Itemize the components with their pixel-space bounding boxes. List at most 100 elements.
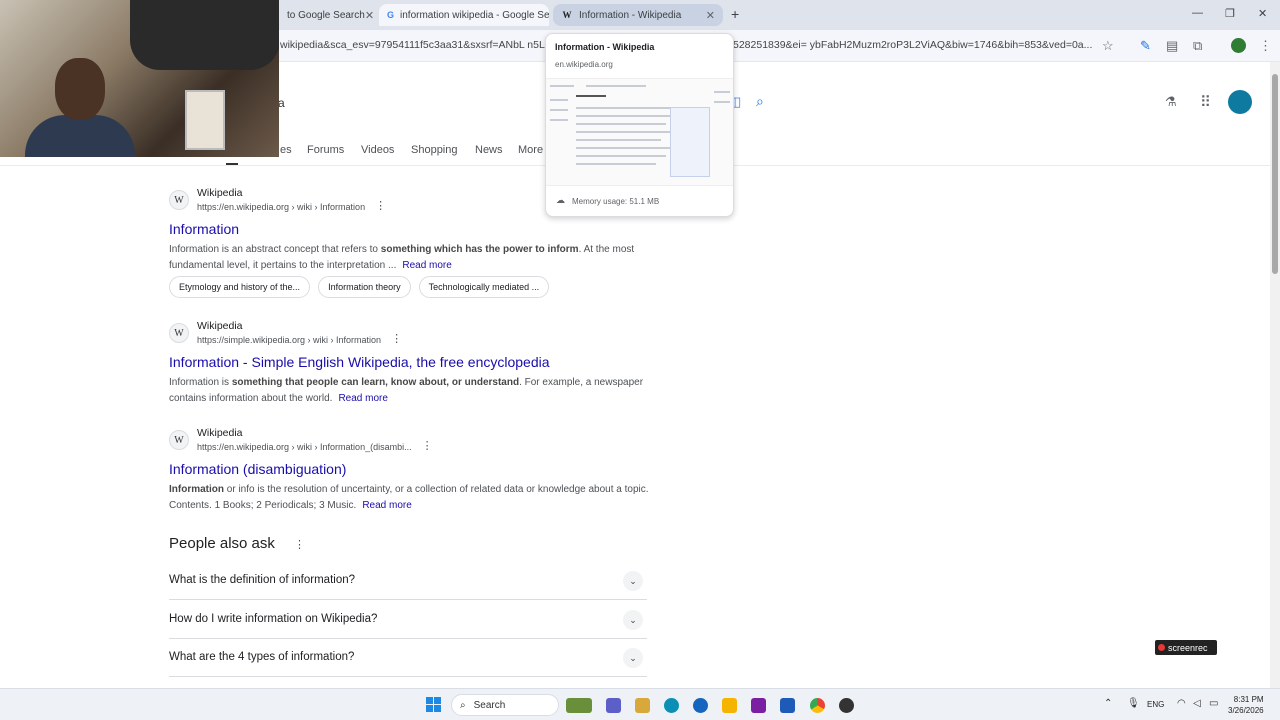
read-more-link[interactable]: Read more bbox=[402, 260, 451, 271]
result-url: https://en.wikipedia.org › wiki › Inform… bbox=[197, 202, 366, 212]
word-icon[interactable] bbox=[780, 698, 795, 713]
more-options-icon[interactable]: ⋮ bbox=[294, 538, 305, 551]
search-result: W Wikipedia https://simple.wikipedia.org… bbox=[169, 320, 649, 407]
result-source[interactable]: W Wikipedia https://simple.wikipedia.org… bbox=[169, 320, 649, 347]
address-bar-url[interactable]: wikipedia&sca_esv=97954111f5c3aa31&sxsrf… bbox=[280, 39, 550, 51]
wikipedia-icon: W bbox=[169, 323, 189, 343]
paa-question-text: What are the 4 types of information? bbox=[169, 651, 355, 663]
edge-icon[interactable] bbox=[664, 698, 679, 713]
chip-etymology[interactable]: Etymology and history of the... bbox=[169, 276, 311, 298]
paa-question[interactable]: What are the 4 types of information? ⌄ bbox=[169, 638, 647, 677]
active-tab-indicator bbox=[226, 163, 238, 165]
paa-question[interactable]: How do I write information on Wikipedia?… bbox=[169, 600, 647, 639]
wifi-icon[interactable]: ◠ bbox=[1177, 698, 1186, 709]
search-icon[interactable]: ⌕ bbox=[756, 93, 764, 110]
result-site-name: Wikipedia bbox=[197, 320, 243, 332]
teams-icon[interactable] bbox=[606, 698, 621, 713]
menu-kebab-icon[interactable]: ⋮ bbox=[1259, 38, 1272, 54]
chrome-icon[interactable] bbox=[810, 698, 825, 713]
extensions-icon[interactable]: ⧉ bbox=[1193, 38, 1202, 54]
minimize-button[interactable]: — bbox=[1192, 7, 1203, 19]
tray-chevron-up-icon[interactable]: ⌃ bbox=[1104, 698, 1112, 709]
taskbar-search[interactable]: ⌕ Search bbox=[451, 694, 559, 716]
apps-grid-icon[interactable]: ⠿ bbox=[1200, 93, 1211, 111]
nav-tab-forums[interactable]: Forums bbox=[307, 144, 344, 156]
onenote-icon[interactable] bbox=[751, 698, 766, 713]
thumb-line bbox=[586, 85, 646, 87]
battery-icon[interactable]: ▭ bbox=[1209, 698, 1218, 709]
result-snippet: Information or info is the resolution of… bbox=[169, 482, 649, 514]
thumb-line bbox=[576, 123, 666, 125]
chevron-down-icon[interactable]: ⌄ bbox=[623, 648, 643, 668]
language-indicator[interactable]: ENG bbox=[1147, 700, 1164, 709]
more-options-icon[interactable]: ⋮ bbox=[375, 199, 386, 212]
page-preview-thumbnail bbox=[546, 78, 733, 186]
result-source[interactable]: W Wikipedia https://en.wikipedia.org › w… bbox=[169, 427, 649, 454]
nav-tab-news[interactable]: News bbox=[475, 144, 503, 156]
sitelink-chips: Etymology and history of the... Informat… bbox=[169, 276, 550, 298]
thumb-line bbox=[714, 101, 730, 103]
close-icon[interactable]: ✕ bbox=[365, 9, 374, 22]
reading-list-icon[interactable]: ▤ bbox=[1166, 38, 1178, 54]
new-tab-button[interactable]: + bbox=[731, 6, 739, 22]
chip-information-theory[interactable]: Information theory bbox=[318, 276, 411, 298]
restore-button[interactable]: ❐ bbox=[1225, 7, 1235, 20]
address-bar-url-tail[interactable]: 528251839&ei= ybFabH2Muzm2roP3L2ViAQ&biw… bbox=[733, 39, 1092, 51]
nav-tab-videos[interactable]: Videos bbox=[361, 144, 394, 156]
account-avatar[interactable] bbox=[1228, 90, 1252, 114]
wikipedia-icon: W bbox=[562, 10, 572, 20]
tab-hover-card: Information - Wikipedia en.wikipedia.org… bbox=[545, 33, 734, 217]
tab-google-search-1[interactable]: to Google Search ✕ bbox=[279, 4, 374, 26]
more-options-icon[interactable]: ⋮ bbox=[422, 439, 433, 452]
screenrec-label: screenrec bbox=[1168, 642, 1208, 653]
chevron-down-icon[interactable]: ⌄ bbox=[623, 571, 643, 591]
chip-technologically-mediated[interactable]: Technologically mediated ... bbox=[418, 276, 550, 298]
page-scrollbar[interactable] bbox=[1270, 62, 1280, 688]
search-icon: ⌕ bbox=[460, 699, 466, 711]
clock-date: 3/26/2026 bbox=[1228, 706, 1264, 715]
search-result: W Wikipedia https://en.wikipedia.org › w… bbox=[169, 427, 649, 514]
labs-flask-icon[interactable]: ⚗ bbox=[1165, 94, 1177, 110]
profile-avatar[interactable] bbox=[1231, 38, 1246, 53]
bookmark-star-icon[interactable]: ☆ bbox=[1102, 38, 1114, 54]
thumb-line bbox=[550, 85, 574, 87]
thumb-line bbox=[576, 115, 671, 117]
app-icon[interactable] bbox=[693, 698, 708, 713]
file-explorer-icon[interactable] bbox=[722, 698, 737, 713]
wikipedia-icon: W bbox=[169, 430, 189, 450]
screenrec-badge: screenrec bbox=[1155, 640, 1217, 655]
memory-icon: ☁ bbox=[556, 195, 565, 205]
read-more-link[interactable]: Read more bbox=[362, 500, 411, 511]
paa-question[interactable]: What is the definition of information? ⌄ bbox=[169, 561, 647, 600]
close-window-button[interactable]: ✕ bbox=[1258, 7, 1267, 20]
thumb-line bbox=[550, 109, 568, 111]
thumb-line bbox=[576, 147, 671, 149]
more-options-icon[interactable]: ⋮ bbox=[391, 332, 402, 345]
chevron-down-icon[interactable]: ⌄ bbox=[623, 610, 643, 630]
wikipedia-icon: W bbox=[169, 190, 189, 210]
app-icon[interactable] bbox=[839, 698, 854, 713]
result-title-link[interactable]: Information (disambiguation) bbox=[169, 460, 649, 478]
result-snippet: Information is something that people can… bbox=[169, 375, 649, 407]
result-title-link[interactable]: Information bbox=[169, 220, 649, 238]
tab-google-search-2[interactable]: G information wikipedia - Google Se ✕ bbox=[379, 4, 549, 26]
nav-tab-shopping[interactable]: Shopping bbox=[411, 144, 458, 156]
tab-wikipedia[interactable]: W Information - Wikipedia ✕ bbox=[553, 4, 723, 26]
result-title-link[interactable]: Information - Simple English Wikipedia, … bbox=[169, 353, 649, 371]
search-query-text[interactable]: a bbox=[278, 96, 285, 110]
windows-start-icon[interactable] bbox=[426, 697, 441, 712]
close-icon[interactable]: ✕ bbox=[706, 9, 715, 22]
nav-tab-more[interactable]: More bbox=[518, 144, 543, 156]
thumb-line bbox=[576, 155, 666, 157]
picture-frame bbox=[185, 90, 225, 150]
nav-tab-images[interactable]: es bbox=[280, 144, 292, 156]
widgets-icon[interactable] bbox=[566, 698, 592, 713]
scrollbar-thumb[interactable] bbox=[1272, 74, 1278, 274]
edit-pen-icon[interactable]: ✎ bbox=[1140, 38, 1151, 54]
microphone-icon[interactable]: 🎙 bbox=[1127, 698, 1140, 709]
read-more-link[interactable]: Read more bbox=[338, 393, 387, 404]
app-icon[interactable] bbox=[635, 698, 650, 713]
volume-icon[interactable]: ◁ bbox=[1193, 698, 1201, 709]
person-body bbox=[25, 115, 135, 157]
system-clock[interactable]: 8:31 PM 3/26/2026 bbox=[1228, 694, 1264, 716]
